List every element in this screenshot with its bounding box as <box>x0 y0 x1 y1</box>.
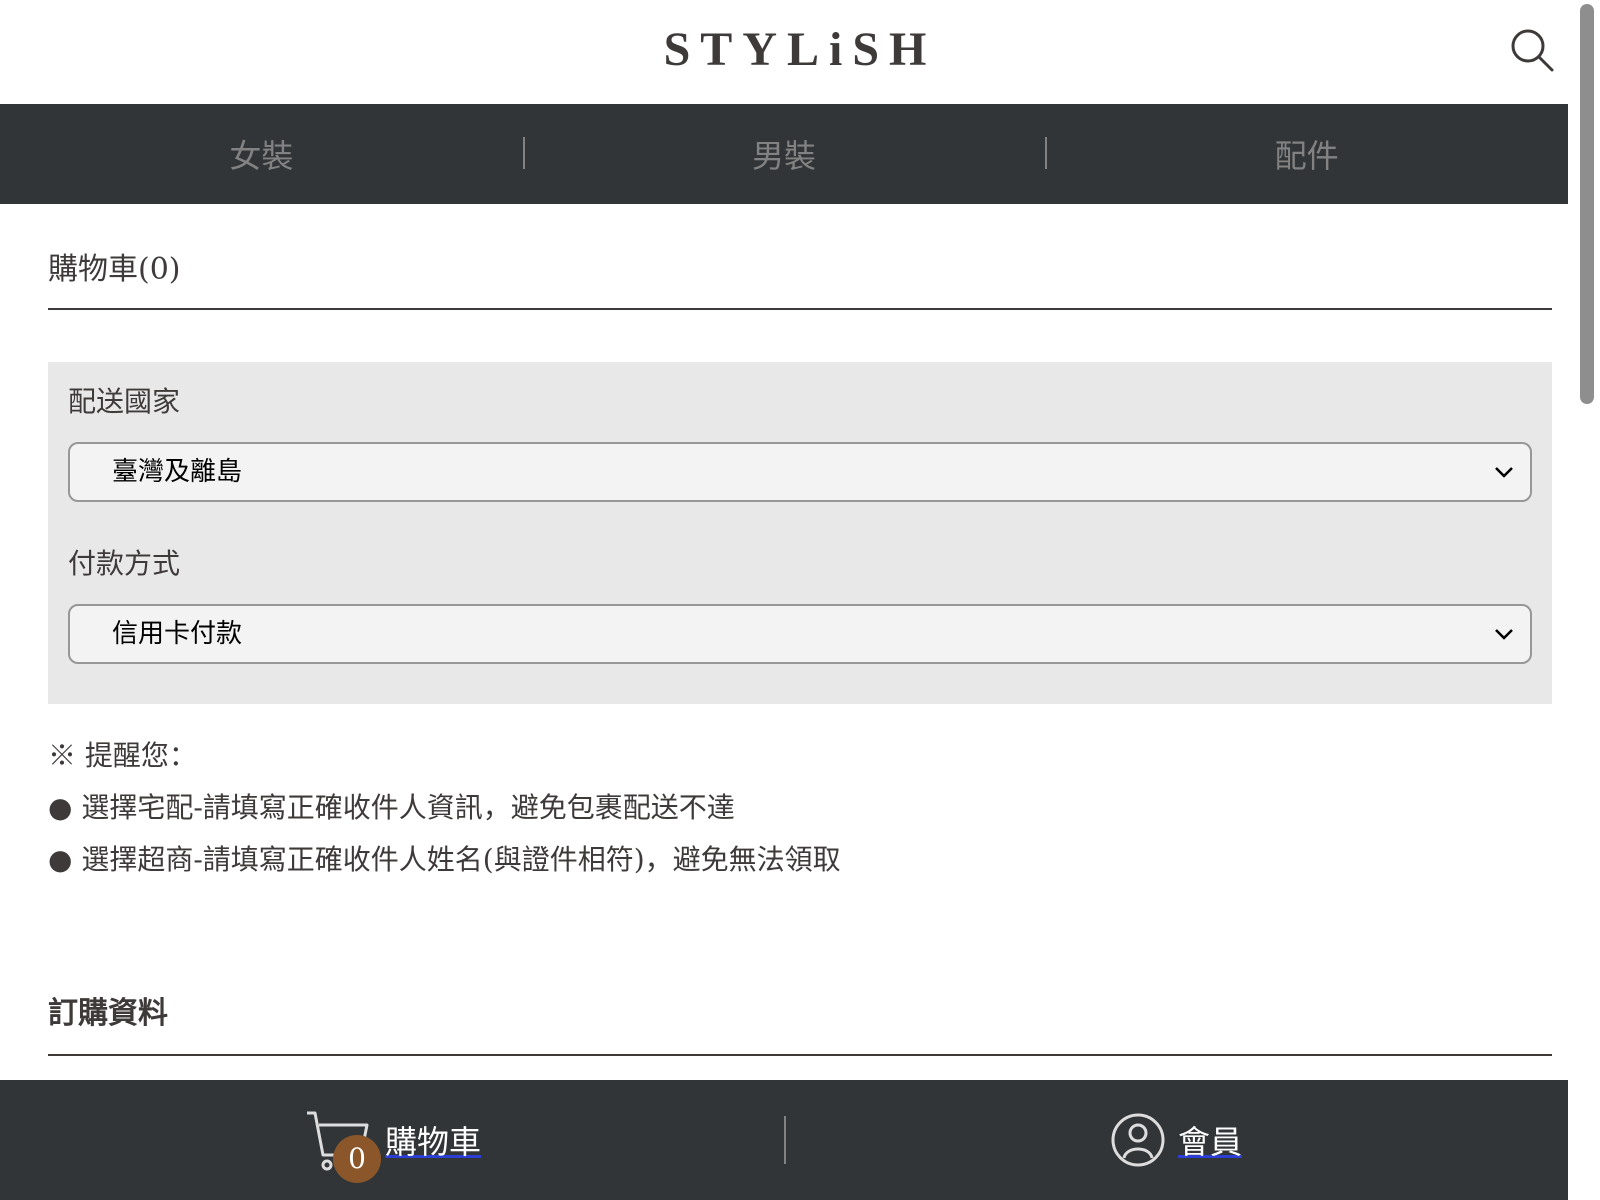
shipping-notice: ※ 提醒您： ● 選擇宅配-請填寫正確收件人資訊，避免包裹配送不達 ● 選擇超商… <box>48 730 1552 886</box>
order-info-title: 訂購資料 <box>48 988 1552 1056</box>
nav-item-women[interactable]: 女裝 <box>0 131 523 177</box>
notice-line: ● 選擇宅配-請填寫正確收件人資訊，避免包裹配送不達 <box>48 791 735 824</box>
payment-select-value: 信用卡付款 <box>112 619 243 649</box>
notice-line: ● 選擇超商-請填寫正確收件人姓名(與證件相符)，避免無法領取 <box>48 843 841 876</box>
category-nav: 女裝 男裝 配件 <box>0 104 1568 204</box>
cart-title: 購物車(0) <box>48 244 1552 310</box>
member-icon <box>1111 1113 1165 1167</box>
country-select[interactable]: 臺灣及離島 <box>68 442 1532 502</box>
cart-label: 購物車 <box>384 1123 481 1161</box>
bottom-bar: 0 購物車 會員 <box>0 1080 1568 1200</box>
checkout-main: 購物車(0) 配送國家 臺灣及離島 付款方式 信用卡付款 ※ 提醒您： ● 選擇… <box>48 204 1552 1122</box>
chevron-down-icon <box>1495 467 1513 478</box>
bottom-member-button[interactable]: 會員 <box>784 1080 1568 1200</box>
search-button[interactable] <box>1508 26 1564 82</box>
nav-item-accessories[interactable]: 配件 <box>1045 131 1568 177</box>
scrollbar-thumb[interactable] <box>1580 4 1594 404</box>
bottom-cart-button[interactable]: 0 購物車 <box>0 1080 784 1200</box>
search-icon <box>1511 29 1554 72</box>
site-header: STYLiSH <box>0 0 1568 104</box>
country-label: 配送國家 <box>68 385 181 418</box>
cart-icon-wrap: 0 <box>303 1105 381 1183</box>
member-label: 會員 <box>1177 1123 1242 1161</box>
notice-heading: ※ 提醒您： <box>48 739 197 772</box>
cart-count-badge: 0 <box>332 1135 381 1183</box>
payment-select[interactable]: 信用卡付款 <box>68 604 1532 664</box>
shipping-options-panel: 配送國家 臺灣及離島 付款方式 信用卡付款 <box>48 362 1552 704</box>
payment-label: 付款方式 <box>68 547 181 580</box>
nav-item-men[interactable]: 男裝 <box>522 131 1046 177</box>
country-select-value: 臺灣及離島 <box>112 457 243 487</box>
site-logo[interactable]: STYLiSH <box>0 22 1600 77</box>
chevron-down-icon <box>1495 629 1513 640</box>
